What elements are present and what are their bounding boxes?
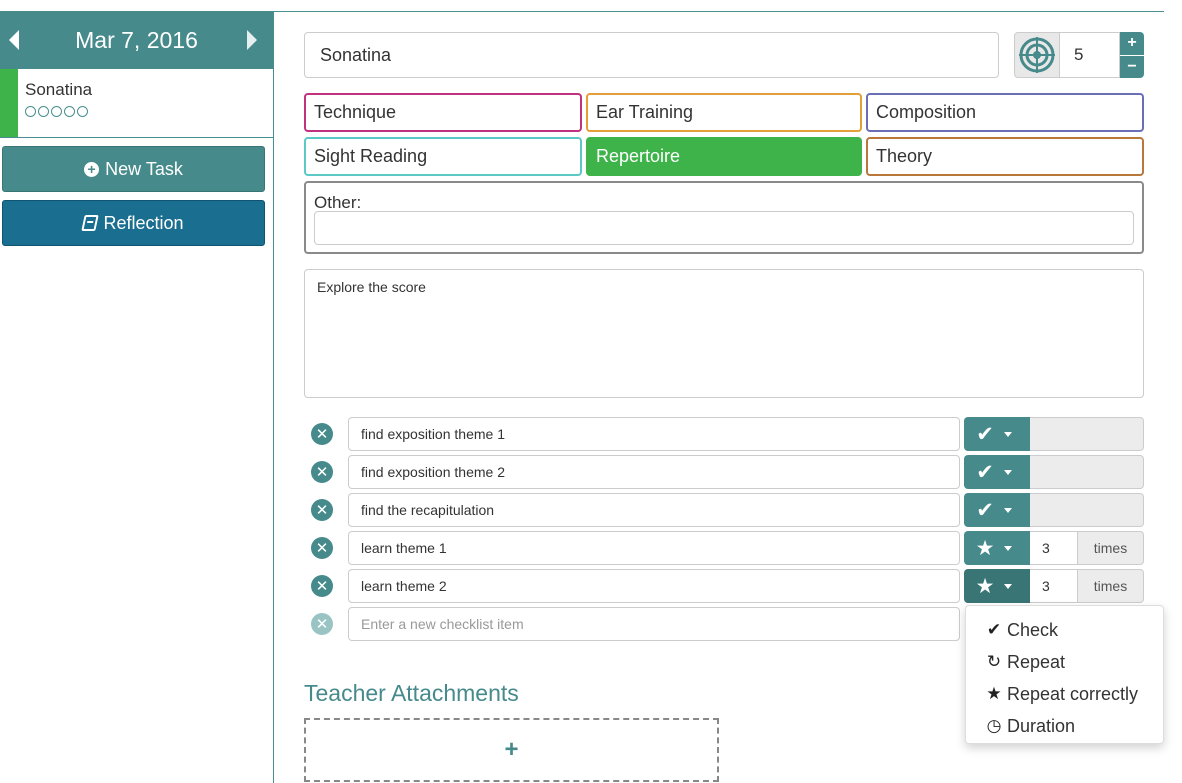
remove-item-icon[interactable]: ✕ [311, 461, 333, 483]
menu-item-repeat[interactable]: ↻ Repeat [966, 646, 1163, 678]
new-checklist-item-input[interactable]: Enter a new checklist item [348, 607, 960, 641]
remove-item-icon[interactable]: ✕ [311, 423, 333, 445]
category-technique[interactable]: Technique [304, 93, 582, 132]
repeat-unit-label: times [1078, 569, 1144, 603]
item-type-dropdown[interactable]: ✔ [964, 417, 1030, 451]
checklist-row: ✕ find the recapitulation ✔ [311, 493, 1144, 527]
plus-circle-icon: + [84, 161, 100, 177]
checklist-item-input[interactable]: learn theme 1 [348, 531, 960, 565]
category-sight-reading[interactable]: Sight Reading [304, 137, 582, 176]
checklist-type-menu: ✔ Check ↻ Repeat ★ Repeat correctly ◷ Du… [965, 605, 1164, 744]
check-icon: ✔ [976, 460, 994, 484]
menu-item-label: Check [1007, 619, 1059, 640]
menu-item-repeat-correctly[interactable]: ★ Repeat correctly [966, 678, 1163, 710]
caret-down-icon [1004, 469, 1012, 475]
new-task-label: New Task [105, 158, 183, 179]
caret-down-icon [1004, 507, 1012, 513]
item-type-dropdown[interactable]: ★ [964, 531, 1030, 565]
next-date-icon[interactable] [247, 30, 257, 50]
task-category-stripe [0, 69, 18, 137]
repeat-unit-label: times [1078, 531, 1144, 565]
repeat-count-input[interactable]: 3 [1030, 531, 1078, 565]
menu-item-check[interactable]: ✔ Check [966, 614, 1163, 646]
star-icon: ★ [975, 574, 995, 598]
item-type-dropdown[interactable]: ✔ [964, 455, 1030, 489]
target-group: 5 + − [1014, 32, 1144, 78]
check-icon: ✔ [976, 422, 994, 446]
task-card-title: Sonatina [25, 80, 93, 99]
prev-date-icon[interactable] [9, 30, 19, 50]
task-rating [25, 106, 273, 117]
check-icon: ✔ [986, 620, 1002, 639]
checklist-extra-field [1030, 455, 1144, 489]
remove-item-icon[interactable]: ✕ [311, 499, 333, 521]
task-notes-textarea[interactable]: Explore the score [304, 269, 1144, 398]
rating-circle-icon [64, 106, 75, 117]
remove-item-icon: ✕ [311, 613, 333, 635]
rating-circle-icon [25, 106, 36, 117]
target-icon [1014, 32, 1060, 78]
checklist-item-input[interactable]: find the recapitulation [348, 493, 960, 527]
category-ear-training[interactable]: Ear Training [586, 93, 862, 132]
item-type-dropdown[interactable]: ★ [964, 569, 1030, 603]
increment-button[interactable]: + [1120, 32, 1144, 56]
rating-circle-icon [51, 106, 62, 117]
top-divider [274, 11, 1164, 12]
caret-down-icon [1004, 545, 1012, 551]
remove-item-icon[interactable]: ✕ [311, 537, 333, 559]
checklist-extra-field [1030, 493, 1144, 527]
reflection-label: Reflection [103, 212, 184, 233]
checklist-row: ✕ learn theme 2 ★ 3 times [311, 569, 1144, 603]
checklist-item-input[interactable]: find exposition theme 1 [348, 417, 960, 451]
category-repertoire[interactable]: Repertoire [586, 137, 862, 176]
teacher-attachments-title: Teacher Attachments [304, 680, 519, 706]
caret-down-icon [1004, 583, 1012, 589]
category-composition[interactable]: Composition [866, 93, 1144, 132]
repeat-count-input[interactable]: 3 [1030, 569, 1078, 603]
plus-icon: + [504, 736, 519, 763]
task-title-input[interactable]: Sonatina [304, 32, 999, 78]
star-icon: ★ [986, 684, 1002, 703]
checklist-row: ✕ find exposition theme 1 ✔ [311, 417, 1144, 451]
date-navigator: Mar 7, 2016 [0, 11, 273, 69]
other-category-box: Other: [304, 181, 1144, 254]
category-label: Theory [876, 146, 933, 166]
checklist-row: ✕ learn theme 1 ★ 3 times [311, 531, 1144, 565]
check-icon: ✔ [976, 498, 994, 522]
rating-circle-icon [77, 106, 88, 117]
caret-down-icon [1004, 431, 1012, 437]
category-label: Sight Reading [314, 146, 428, 166]
star-icon: ★ [975, 536, 995, 560]
other-category-input[interactable] [314, 211, 1134, 245]
category-label: Ear Training [596, 102, 694, 122]
menu-item-label: Duration [1007, 715, 1076, 736]
sidebar: Mar 7, 2016 Sonatina + New Task Reflecti… [0, 11, 274, 783]
menu-item-label: Repeat correctly [1007, 683, 1139, 704]
remove-item-icon[interactable]: ✕ [311, 575, 333, 597]
target-stepper: + − [1120, 32, 1144, 78]
reflection-button[interactable]: Reflection [2, 200, 265, 246]
category-label: Technique [314, 102, 397, 122]
clock-icon: ◷ [986, 716, 1002, 735]
menu-item-label: Repeat [1007, 651, 1066, 672]
checklist-extra-field [1030, 417, 1144, 451]
new-task-button[interactable]: + New Task [2, 146, 265, 192]
category-label: Composition [876, 102, 977, 122]
task-card-sonatina[interactable]: Sonatina [0, 69, 273, 138]
checklist-item-input[interactable]: learn theme 2 [348, 569, 960, 603]
checklist-row: ✕ find exposition theme 2 ✔ [311, 455, 1144, 489]
other-label: Other: [314, 193, 362, 212]
rating-circle-icon [38, 106, 49, 117]
category-theory[interactable]: Theory [866, 137, 1144, 176]
item-type-dropdown[interactable]: ✔ [964, 493, 1030, 527]
add-attachment-dropzone[interactable]: + [304, 718, 719, 782]
checklist-item-input[interactable]: find exposition theme 2 [348, 455, 960, 489]
category-label: Repertoire [596, 146, 681, 166]
repeat-icon: ↻ [986, 652, 1002, 671]
decrement-button[interactable]: − [1120, 55, 1144, 78]
target-value-input[interactable]: 5 [1060, 32, 1120, 78]
current-date: Mar 7, 2016 [75, 26, 198, 53]
menu-item-duration[interactable]: ◷ Duration [966, 710, 1163, 742]
book-icon [81, 215, 100, 231]
